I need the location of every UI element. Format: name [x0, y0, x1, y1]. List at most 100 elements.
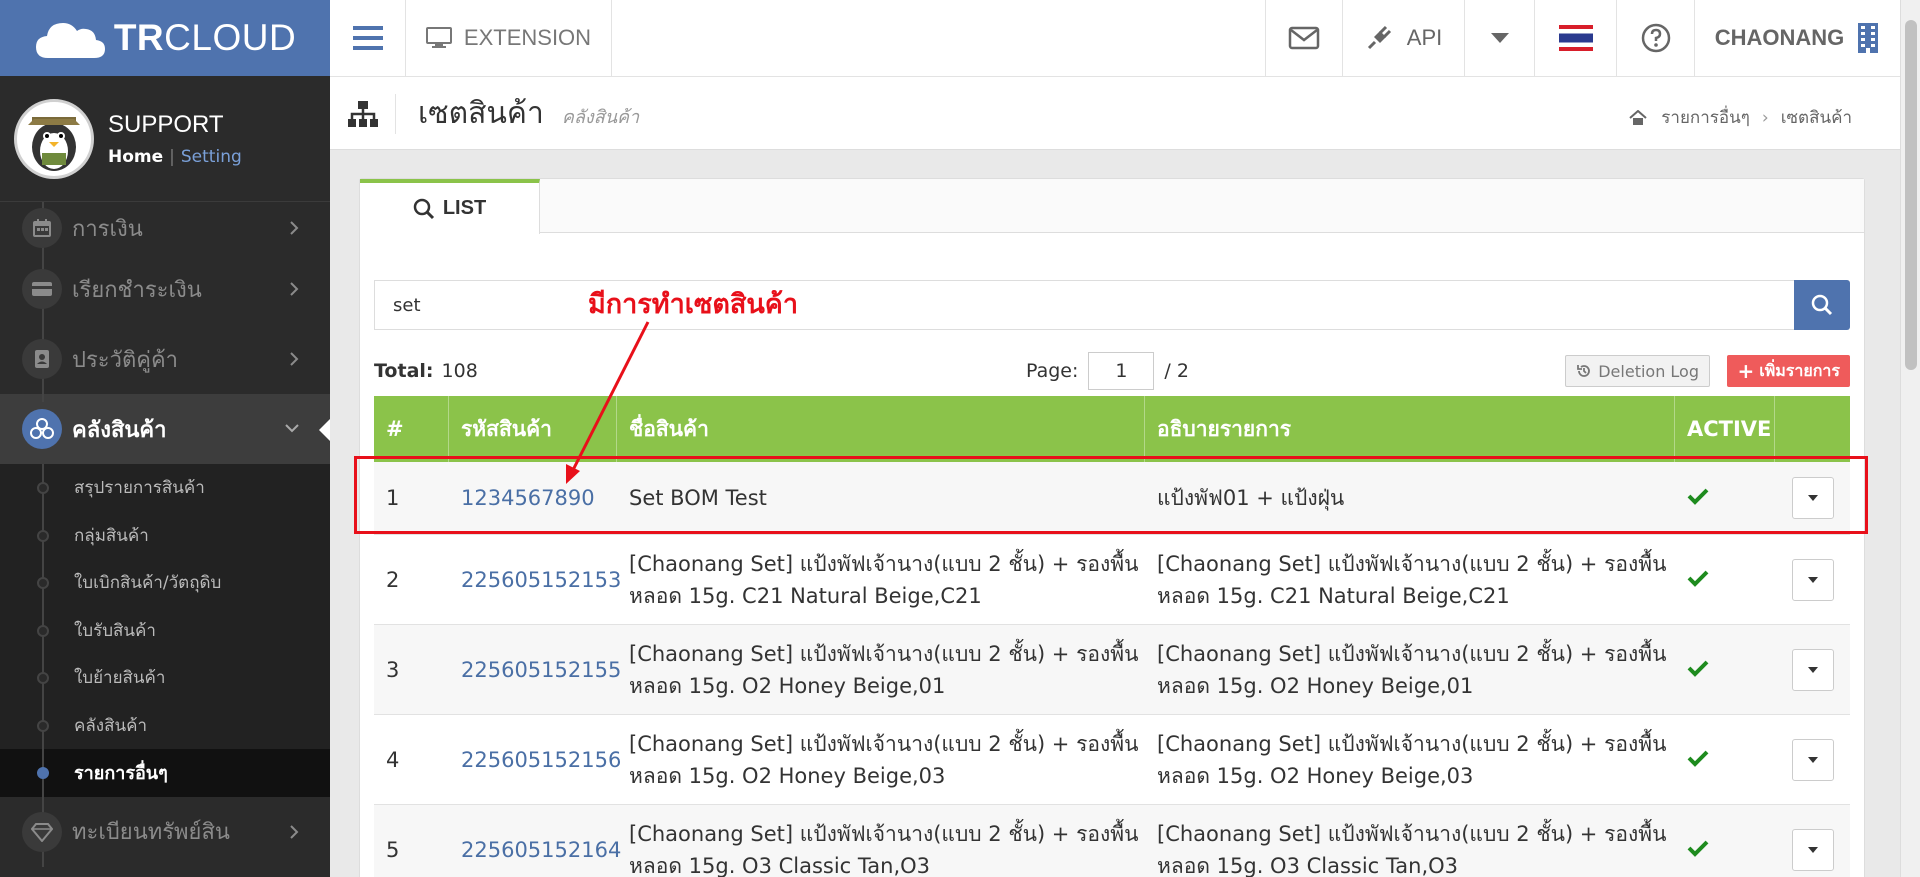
breadcrumb-item-current: เซตสินค้า [1780, 108, 1852, 128]
sidebar-item-label: ประวัติคู่ค้า [72, 347, 179, 373]
api-button[interactable]: API [1343, 0, 1465, 76]
sidebar-item-partner-history[interactable]: ประวัติคู่ค้า [0, 324, 330, 394]
row-options-button[interactable] [1791, 648, 1834, 691]
sidebar-subitem-others[interactable]: รายการอื่นๆ [0, 749, 330, 797]
add-item-button[interactable]: + เพิ่มรายการ [1727, 355, 1850, 387]
hamburger-icon [352, 26, 383, 50]
api-label: API [1406, 25, 1443, 50]
column-header[interactable]: ACTIVE [1675, 396, 1775, 462]
user-name: CHAONANG [1714, 25, 1845, 50]
page-input[interactable] [1088, 352, 1155, 390]
user-profile: SUPPORT Home | Setting [0, 76, 330, 202]
row-options-button[interactable] [1791, 828, 1834, 871]
chevron-right-icon [290, 824, 299, 839]
monitor-icon [425, 27, 452, 48]
table-row: 2 225605152153 [Chaonang Set] แป้งพัฟเจ้… [374, 535, 1850, 625]
sidebar: TR CLOUD SUPPORT Home | Setting การเงิน … [0, 0, 330, 877]
sidebar-submenu: สรุปรายการสินค้า กลุ่มสินค้า ใบเบิกสินค้… [0, 464, 330, 797]
search-icon [413, 198, 434, 219]
column-header[interactable]: ชื่อสินค้า [617, 396, 1145, 462]
home-link[interactable]: Home [108, 147, 163, 167]
chevron-down-icon [285, 424, 299, 433]
user-menu-button[interactable]: CHAONANG [1695, 0, 1900, 76]
history-icon [1577, 365, 1591, 377]
column-header[interactable]: รหัสสินค้า [449, 396, 617, 462]
check-icon [1675, 658, 1775, 682]
check-icon [1675, 568, 1775, 592]
row-options-button[interactable] [1791, 738, 1834, 781]
hamburger-menu-button[interactable] [330, 0, 406, 76]
chevron-right-icon [290, 352, 299, 366]
tab-list[interactable]: LIST [360, 179, 540, 234]
pagination: Page: / 2 [1026, 352, 1189, 390]
tab-bar: LIST [360, 179, 1864, 234]
search-input[interactable] [374, 280, 1794, 330]
sidebar-subitem-goods-receipt[interactable]: ใบรับสินค้า [0, 607, 330, 655]
product-code-link[interactable]: 225605152164 [449, 838, 621, 862]
sidebar-item-label: คลังสินค้า [72, 417, 167, 443]
cloud-icon [35, 23, 105, 58]
row-options-button[interactable] [1791, 558, 1834, 601]
chevron-right-icon [290, 282, 299, 296]
page-header: เซตสินค้า คลังสินค้า รายการอื่นๆ › เซตสิ… [330, 78, 1900, 150]
breadcrumb: รายการอื่นๆ › เซตสินค้า [1629, 104, 1852, 131]
product-code-link[interactable]: 225605152153 [449, 568, 621, 592]
caret-down-icon [1807, 576, 1818, 583]
product-code-link[interactable]: 225605152155 [449, 658, 621, 682]
active-caret [319, 419, 330, 441]
home-icon[interactable] [1629, 109, 1647, 126]
tab-label: LIST [442, 197, 487, 219]
avatar[interactable] [14, 98, 94, 179]
annotation-highlight-box [354, 456, 1868, 534]
sidebar-subitem-product-summary[interactable]: สรุปรายการสินค้า [0, 464, 330, 512]
diamond-icon [22, 811, 62, 852]
sidebar-item-warehouse[interactable]: คลังสินค้า [0, 394, 330, 464]
brand-text: CLOUD [164, 17, 297, 58]
total-count: 108 [441, 360, 478, 382]
penguin-avatar-icon [28, 116, 80, 171]
sidebar-item-label: การเงิน [72, 216, 143, 242]
sidebar-subitem-requisition[interactable]: ใบเบิกสินค้า/วัตถุดิบ [0, 559, 330, 607]
link-separator: | [169, 146, 175, 167]
breadcrumb-item[interactable]: รายการอื่นๆ [1661, 104, 1750, 131]
chevron-right-icon [290, 221, 299, 235]
sidebar-subitem-transfer[interactable]: ใบย้ายสินค้า [0, 654, 330, 702]
cubes-icon [22, 409, 62, 449]
sidebar-subitem-product-group[interactable]: กลุ่มสินค้า [0, 512, 330, 560]
breadcrumb-separator: › [1761, 107, 1769, 128]
page-scrollbar[interactable] [1900, 0, 1920, 877]
setting-link[interactable]: Setting [181, 147, 242, 167]
question-circle-icon [1641, 23, 1670, 53]
info-row: Total: 108 Page: / 2 Deletion Log + เพิ่… [374, 352, 1850, 390]
column-header[interactable]: # [374, 396, 449, 462]
deletion-log-button[interactable]: Deletion Log [1565, 355, 1710, 387]
dropdown-button[interactable] [1465, 0, 1535, 76]
caret-down-icon [1490, 33, 1509, 43]
building-icon [1858, 23, 1879, 53]
extension-button[interactable]: EXTENSION [406, 0, 612, 76]
brand-logo[interactable]: TR CLOUD [0, 0, 330, 76]
profile-name: SUPPORT [108, 110, 224, 138]
calendar-icon [22, 208, 62, 248]
help-button[interactable] [1617, 0, 1695, 76]
sidebar-item-billing[interactable]: เรียกชำระเงิน [0, 254, 330, 324]
scrollbar-thumb[interactable] [1905, 20, 1917, 370]
page-subtitle: คลังสินค้า [561, 107, 640, 128]
plus-icon: + [1737, 359, 1755, 383]
table-row: 5 225605152164 [Chaonang Set] แป้งพัฟเจ้… [374, 805, 1850, 877]
caret-down-icon [1807, 666, 1818, 673]
search-button[interactable] [1794, 280, 1850, 330]
sidebar-item-finance[interactable]: การเงิน [0, 202, 330, 254]
contact-book-icon [22, 339, 62, 379]
product-code-link[interactable]: 225605152156 [449, 748, 621, 772]
sidebar-item-assets[interactable]: ทะเบียนทรัพย์สิน [0, 796, 330, 867]
topbar: EXTENSION API CHAONANG [330, 0, 1900, 77]
plug-icon [1367, 25, 1391, 50]
mail-button[interactable] [1266, 0, 1343, 76]
column-header[interactable]: อธิบายรายการ [1145, 396, 1675, 462]
sitemap-icon [330, 93, 396, 134]
language-button[interactable] [1535, 0, 1617, 76]
brand-text-bold: TR [113, 17, 165, 58]
sidebar-subitem-warehouse[interactable]: คลังสินค้า [0, 702, 330, 750]
sidebar-item-label: ทะเบียนทรัพย์สิน [72, 820, 230, 845]
